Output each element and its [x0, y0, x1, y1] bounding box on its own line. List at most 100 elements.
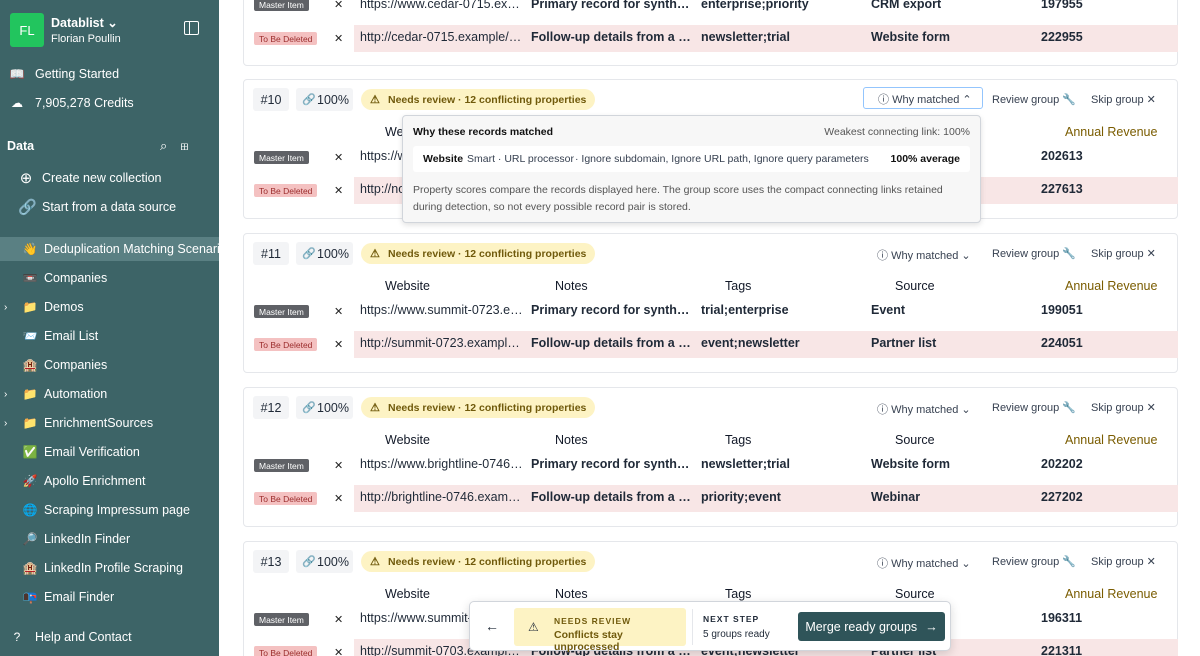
sidebar-collection-item[interactable]: › 📁 Automation — [0, 382, 219, 406]
why-matched-button[interactable]: ⓘ Why matched ⌃ — [863, 87, 983, 109]
create-collection-action[interactable]: ⊕ Create new collection — [0, 166, 219, 190]
workspace-user: Florian Poullin — [51, 33, 121, 45]
sidebar-toggle-icon[interactable] — [184, 21, 199, 35]
table-row[interactable]: http://summit-0723.example/… Follow-up de… — [354, 331, 1178, 358]
next-step-count: 5 groups ready — [703, 629, 770, 640]
column-header-source[interactable]: Source — [895, 587, 935, 601]
nav-credits[interactable]: ☁ 7,905,278 Credits — [0, 91, 219, 115]
close-icon[interactable]: ✕ — [334, 646, 343, 656]
close-icon[interactable]: ✕ — [334, 184, 343, 197]
sidebar-collection-item[interactable]: 📼 Companies — [0, 266, 219, 290]
sidebar-collection-item[interactable]: 🚀 Apollo Enrichment — [0, 469, 219, 493]
link-icon: 🔗 — [302, 402, 316, 414]
workspace-name[interactable]: Datablist ⌄ — [51, 15, 118, 30]
column-header-notes[interactable]: Notes — [555, 587, 588, 601]
search-collections-icon[interactable]: ⌕ — [160, 138, 180, 153]
match-processor: Smart · URL processor — [467, 153, 574, 165]
chevron-right-icon[interactable]: › — [4, 302, 7, 313]
table-row[interactable]: http://brightline-0746.exampl… Follow-up … — [354, 485, 1178, 512]
to-be-deleted-tag: To Be Deleted — [254, 492, 318, 505]
column-header-revenue[interactable]: Annual Revenue — [1065, 433, 1157, 447]
sidebar-collection-item[interactable]: 🏨 LinkedIn Profile Scraping — [0, 556, 219, 580]
group-id: #13 — [253, 550, 289, 573]
collection-icon: 🏨 — [22, 561, 38, 575]
why-matched-button[interactable]: ⓘ Why matched ⌄ — [877, 247, 971, 263]
sidebar-collection-item[interactable]: 🌐 Scraping Impressum page — [0, 498, 219, 522]
close-icon[interactable]: ✕ — [334, 492, 343, 505]
collection-icon: 🚀 — [22, 474, 38, 488]
master-item-tag: Master Item — [254, 459, 309, 472]
table-row[interactable]: https://www.cedar-0715.exa… Primary reco… — [354, 0, 1178, 19]
sidebar-collection-item[interactable]: 🔎 LinkedIn Finder — [0, 527, 219, 551]
merge-ready-groups-button[interactable]: Merge ready groups → — [798, 612, 945, 641]
arrow-left-icon[interactable]: ← — [485, 618, 499, 634]
chevron-right-icon[interactable]: › — [4, 389, 7, 400]
column-header-tags[interactable]: Tags — [725, 433, 751, 447]
close-icon[interactable]: ✕ — [334, 613, 343, 626]
sidebar-collection-item[interactable]: 📭 Email Finder — [0, 585, 219, 609]
sidebar-collection-item[interactable]: ✅ Email Verification — [0, 440, 219, 464]
column-header-website[interactable]: Website — [385, 433, 430, 447]
data-source-action[interactable]: 🔗 Start from a data source — [0, 195, 219, 219]
match-field: Website — [423, 153, 464, 165]
sidebar-collection-item[interactable]: 🏨 Companies — [0, 353, 219, 377]
info-icon: ⓘ — [877, 404, 888, 416]
table-row[interactable]: https://www.brightline-0746.… Primary rec… — [354, 452, 1178, 479]
skip-group-button[interactable]: Skip group ✕ — [1091, 401, 1156, 414]
column-header-website[interactable]: Website — [385, 279, 430, 293]
collection-label: Email List — [44, 329, 99, 343]
review-group-button[interactable]: Review group 🔧 — [992, 93, 1076, 106]
needs-review-status: ⚠ NEEDS REVIEW Conflicts stay unprocesse… — [514, 608, 686, 653]
sidebar-collection-item[interactable]: › 📁 Demos — [0, 295, 219, 319]
column-header-revenue[interactable]: Annual Revenue — [1065, 587, 1157, 601]
group-score: 🔗 100% — [296, 88, 353, 111]
column-header-revenue[interactable]: Annual Revenue — [1065, 125, 1157, 139]
chevron-right-icon[interactable]: › — [4, 418, 7, 429]
review-group-button[interactable]: Review group 🔧 — [992, 247, 1076, 260]
master-item-tag: Master Item — [254, 305, 309, 318]
info-icon: ⓘ — [877, 250, 888, 262]
review-group-button[interactable]: Review group 🔧 — [992, 555, 1076, 568]
wrench-icon: 🔧 — [1062, 556, 1077, 568]
sidebar-collection-item[interactable]: 📨 Email List — [0, 324, 219, 348]
review-group-button[interactable]: Review group 🔧 — [992, 401, 1076, 414]
why-matched-button[interactable]: ⓘ Why matched ⌄ — [877, 401, 971, 417]
chevron-down-icon: ⌄ — [107, 16, 118, 30]
link-icon: 🔗 — [18, 199, 37, 216]
column-header-website[interactable]: Website — [385, 587, 430, 601]
table-row[interactable]: https://www.summit-0723.exa… Primary reco… — [354, 298, 1178, 325]
skip-group-button[interactable]: Skip group ✕ — [1091, 93, 1156, 106]
collection-label: LinkedIn Finder — [44, 532, 131, 546]
why-matched-button[interactable]: ⓘ Why matched ⌄ — [877, 555, 971, 571]
close-icon[interactable]: ✕ — [334, 338, 343, 351]
column-header-notes[interactable]: Notes — [555, 433, 588, 447]
collection-label: Email Finder — [44, 590, 115, 604]
group-score: 🔗 100% — [296, 396, 353, 419]
sidebar-collection-item[interactable]: › 📁 EnrichmentSources — [0, 411, 219, 435]
table-row[interactable]: http://cedar-0715.example/a… Follow-up d… — [354, 25, 1178, 52]
column-header-notes[interactable]: Notes — [555, 279, 588, 293]
column-header-tags[interactable]: Tags — [725, 587, 751, 601]
match-average: 100% average — [890, 153, 960, 165]
weakest-link: Weakest connecting link: 100% — [824, 126, 970, 138]
column-header-revenue[interactable]: Annual Revenue — [1065, 279, 1157, 293]
close-icon[interactable]: ✕ — [334, 459, 343, 472]
column-header-source[interactable]: Source — [895, 433, 935, 447]
workspace-avatar[interactable]: FL — [10, 13, 44, 47]
help-contact[interactable]: ? Help and Contact — [0, 625, 219, 649]
skip-group-button[interactable]: Skip group ✕ — [1091, 555, 1156, 568]
collection-label: Automation — [44, 387, 108, 401]
close-icon[interactable]: ✕ — [334, 305, 343, 318]
collection-label: Demos — [44, 300, 84, 314]
app-window: FL Datablist ⌄ Florian Poullin 📖 Getting … — [0, 0, 1200, 656]
skip-group-button[interactable]: Skip group ✕ — [1091, 247, 1156, 260]
nav-getting-started[interactable]: 📖 Getting Started — [0, 62, 219, 86]
close-icon[interactable]: ✕ — [334, 32, 343, 45]
close-icon[interactable]: ✕ — [334, 0, 343, 11]
column-header-source[interactable]: Source — [895, 279, 935, 293]
sidebar-collection-item[interactable]: 👋 Deduplication Matching Scenarios — [0, 237, 219, 261]
close-icon[interactable]: ✕ — [334, 151, 343, 164]
new-folder-icon[interactable]: ⊞ — [180, 138, 201, 153]
column-header-tags[interactable]: Tags — [725, 279, 751, 293]
group-card-partial: Master Item ✕ https://www.cedar-0715.exa… — [243, 0, 1178, 66]
